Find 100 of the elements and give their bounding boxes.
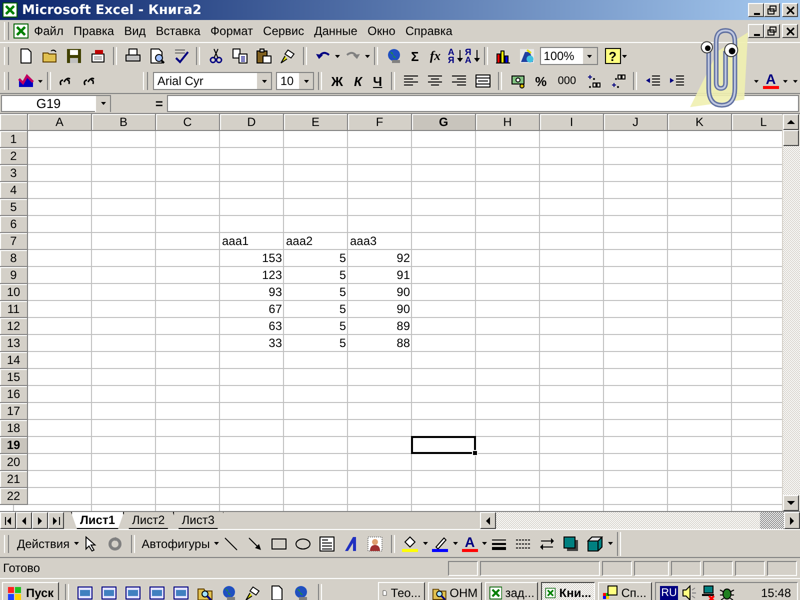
tab-scroll-icon[interactable] xyxy=(4,516,12,524)
row-header[interactable]: 8 xyxy=(0,250,28,267)
rectangle-icon[interactable] xyxy=(271,536,288,552)
close-button[interactable] xyxy=(782,3,798,17)
select-all-button[interactable] xyxy=(0,114,28,131)
quick-launch-icon[interactable] xyxy=(77,585,94,600)
menu-item[interactable]: Вставка xyxy=(150,22,206,40)
row-header[interactable]: 22 xyxy=(0,488,28,505)
arrow-style-icon[interactable] xyxy=(539,536,556,552)
autoshapes-menu[interactable]: Автофигуры xyxy=(138,532,213,554)
tab-scroll-icon[interactable] xyxy=(52,516,60,524)
vertical-scrollbar[interactable] xyxy=(782,114,800,511)
column-header[interactable]: I xyxy=(540,114,604,131)
down-arrow-icon[interactable] xyxy=(456,50,463,62)
column-header[interactable]: F xyxy=(348,114,412,131)
menu-item[interactable]: Окно xyxy=(362,22,400,40)
font-color-button[interactable]: A xyxy=(458,536,481,552)
taskbar-button[interactable]: зад... xyxy=(484,582,538,600)
quick-launch-icon[interactable] xyxy=(101,585,118,600)
increase-decimal-icon[interactable] xyxy=(586,73,602,89)
caret-icon[interactable] xyxy=(74,542,79,545)
font-color-button[interactable]: A xyxy=(760,73,782,89)
scroll-thumb[interactable] xyxy=(760,512,784,529)
paintbrush-icon[interactable] xyxy=(280,48,296,64)
font-field[interactable]: Arial Cyr xyxy=(153,72,272,90)
percent-button[interactable]: % xyxy=(530,71,552,91)
column-header[interactable]: E xyxy=(284,114,348,131)
caret-icon[interactable] xyxy=(482,542,487,545)
clipboard-icon[interactable] xyxy=(256,48,272,64)
taskbar-button[interactable]: ОНМ xyxy=(428,582,482,600)
down-arrow-icon[interactable] xyxy=(787,499,795,507)
line-color-icon[interactable] xyxy=(432,536,448,552)
minimize-button[interactable] xyxy=(748,3,764,17)
quick-launch-icon[interactable] xyxy=(269,585,286,600)
active-cell[interactable] xyxy=(411,436,476,454)
row-header[interactable]: 7 xyxy=(0,233,28,250)
scissors-icon[interactable] xyxy=(208,48,224,64)
row-header[interactable]: 19 xyxy=(0,437,28,454)
column-header[interactable]: J xyxy=(604,114,668,131)
bold-button[interactable]: Ж xyxy=(326,71,348,91)
row-header[interactable]: 4 xyxy=(0,182,28,199)
open-folder-icon[interactable] xyxy=(42,48,58,64)
fill-color-icon[interactable] xyxy=(402,536,418,552)
caret-icon[interactable] xyxy=(100,102,106,105)
column-header[interactable]: B xyxy=(92,114,156,131)
new-document-icon[interactable] xyxy=(18,48,34,64)
ellipse-icon[interactable] xyxy=(295,536,312,552)
currency-icon[interactable] xyxy=(510,73,526,89)
restore-icon[interactable] xyxy=(767,26,777,36)
column-header[interactable]: H xyxy=(476,114,540,131)
column-header[interactable]: C xyxy=(156,114,220,131)
language-indicator[interactable]: RU xyxy=(660,586,678,600)
menu-item[interactable]: Сервис xyxy=(258,22,310,40)
column-header[interactable]: A xyxy=(28,114,92,131)
caret-icon[interactable] xyxy=(262,80,267,82)
close-button[interactable] xyxy=(782,24,798,38)
function-button[interactable]: fx xyxy=(424,46,446,66)
row-header[interactable]: 2 xyxy=(0,148,28,165)
row-header[interactable]: 9 xyxy=(0,267,28,284)
caret-icon[interactable] xyxy=(365,54,370,58)
arrow-icon[interactable] xyxy=(247,536,264,552)
scroll-thumb[interactable] xyxy=(783,130,799,146)
caret-icon[interactable] xyxy=(587,54,592,58)
row-header[interactable]: 5 xyxy=(0,199,28,216)
italic-button[interactable]: К xyxy=(349,71,368,91)
row-header[interactable]: 21 xyxy=(0,471,28,488)
area-chart-icon[interactable] xyxy=(18,73,34,89)
column-header[interactable]: G xyxy=(412,114,476,131)
row-header[interactable]: 13 xyxy=(0,335,28,352)
caret-icon[interactable] xyxy=(335,54,340,58)
text-box-icon[interactable] xyxy=(319,536,336,552)
caret-icon[interactable] xyxy=(304,80,309,82)
merge-cells-icon[interactable] xyxy=(474,73,491,89)
close-icon[interactable] xyxy=(786,26,794,36)
underline-button[interactable]: Ч xyxy=(368,71,388,91)
line-icon[interactable] xyxy=(223,536,240,552)
column-header[interactable]: L xyxy=(732,114,782,131)
row-header[interactable]: 15 xyxy=(0,369,28,386)
taskbar-button[interactable]: Кни... xyxy=(541,582,596,600)
column-header[interactable]: D xyxy=(220,114,284,131)
menu-item[interactable]: Правка xyxy=(68,22,120,40)
caret-icon[interactable] xyxy=(622,54,627,58)
quick-launch-icon[interactable] xyxy=(245,585,262,600)
caret-icon[interactable] xyxy=(214,542,219,545)
row-header[interactable]: 12 xyxy=(0,318,28,335)
copy-icon[interactable] xyxy=(232,48,248,64)
menu-item[interactable]: Формат xyxy=(205,22,258,40)
sheet-tab[interactable]: Лист2 xyxy=(123,512,174,529)
print-preview-icon[interactable] xyxy=(148,48,164,64)
row-header[interactable]: 17 xyxy=(0,403,28,420)
mail-icon[interactable] xyxy=(90,48,106,64)
down-arrow-icon[interactable] xyxy=(474,50,480,62)
formula-equals[interactable]: = xyxy=(113,96,165,111)
restore-button[interactable] xyxy=(764,24,780,38)
close-icon[interactable] xyxy=(786,6,794,14)
zoom-field[interactable]: 100% xyxy=(540,47,598,65)
clip-art-icon[interactable] xyxy=(367,536,384,552)
sort-button[interactable]: ЯА xyxy=(464,48,473,64)
formula-input[interactable] xyxy=(167,95,799,112)
font-size-field[interactable]: 10 xyxy=(276,72,314,90)
